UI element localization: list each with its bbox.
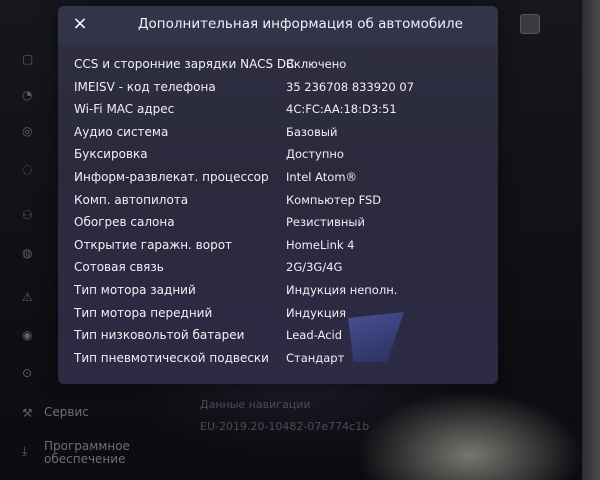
info-row-value: Lead-Acid (286, 328, 343, 343)
info-row-label: Тип мотора задний (74, 282, 196, 297)
info-row: Тип низковольтой батареи Lead-Acid (58, 326, 498, 349)
info-row-label: Обогрев салона (74, 215, 175, 230)
info-row-value: Индукция неполн. (286, 282, 398, 297)
sidebar-icon: ◎ (22, 124, 33, 138)
sidebar-item-software-line2[interactable]: обеспечение (44, 453, 125, 466)
modal-header: × Дополнительная информация об автомобил… (58, 6, 498, 44)
info-row-label: Аудио система (74, 124, 169, 139)
info-row-label: Тип мотора передний (74, 305, 213, 320)
info-row-label: Wi-Fi MAC адрес (74, 102, 175, 117)
info-row: Информ-развлекат. процессор Intel Atom® (58, 168, 498, 191)
info-row: Тип пневмотической подвески Стандарт (58, 349, 498, 372)
info-row-label: Тип низковольтой батареи (74, 328, 245, 343)
info-row: CCS и сторонние зарядки NACS DC Включено (58, 55, 498, 78)
info-row: Тип мотора передний Индукция (58, 304, 498, 327)
info-row-value: Индукция (286, 305, 347, 320)
wrench-icon: ⚒ (22, 406, 33, 420)
info-row: Wi-Fi MAC адрес 4C:FC:AA:18:D3:51 (58, 100, 498, 123)
info-row-value: 35 236708 833920 07 (286, 79, 415, 94)
info-row: Открытие гаражн. ворот HomeLink 4 (58, 236, 498, 259)
info-row-value: 4C:FC:AA:18:D3:51 (286, 102, 397, 117)
sidebar-icon: ⚠ (22, 290, 33, 304)
info-row-label: Сотовая связь (74, 260, 164, 275)
info-row-value: Компьютер FSD (286, 192, 382, 207)
sidebar-icon: ⚇ (22, 208, 33, 222)
download-icon: ⤓ (22, 444, 28, 458)
screen-bezel (582, 0, 600, 480)
background-checkbox[interactable] (520, 14, 540, 34)
close-icon[interactable]: × (68, 12, 92, 36)
info-row-label: IMEISV - код телефона (74, 79, 216, 94)
modal-title: Дополнительная информация об автомобиле (138, 16, 463, 32)
navigation-data-label: Данные навигации (200, 398, 311, 411)
info-row-value: HomeLink 4 (286, 237, 355, 252)
info-row: Буксировка Доступно (58, 145, 498, 168)
info-row-value: Стандарт (286, 350, 345, 365)
vehicle-info-modal: × Дополнительная информация об автомобил… (58, 6, 498, 384)
info-row-value: Intel Atom® (286, 169, 358, 184)
info-row: Комп. автопилота Компьютер FSD (58, 191, 498, 214)
navigation-data-version: EU-2019.20-10482-07e774c1b (200, 420, 370, 433)
info-table: CCS и сторонние зарядки NACS DC Включено… (58, 55, 498, 371)
sidebar-item-service[interactable]: Сервис (44, 406, 89, 419)
sidebar-icon: ▢ (22, 52, 34, 66)
info-row-label: Открытие гаражн. ворот (74, 237, 233, 252)
info-row-label: Комп. автопилота (74, 192, 189, 207)
info-row-label: Буксировка (74, 147, 148, 162)
info-row-label: CCS и сторонние зарядки NACS DC (74, 57, 295, 71)
info-row-value: Базовый (286, 124, 338, 139)
info-row-label: Информ-развлекат. процессор (74, 169, 269, 184)
info-row-value: Доступно (286, 147, 344, 162)
sidebar-icon: ⊙ (22, 366, 33, 380)
info-row: IMEISV - код телефона 35 236708 833920 0… (58, 78, 498, 101)
info-row-value: 2G/3G/4G (286, 260, 343, 275)
info-row: Сотовая связь 2G/3G/4G (58, 258, 498, 281)
sidebar-icon: ◍ (22, 246, 33, 260)
sidebar-icon: ◉ (22, 328, 33, 342)
info-row: Обогрев салона Резистивный (58, 213, 498, 236)
info-row: Аудио система Базовый (58, 123, 498, 146)
sidebar-icon: ◌ (22, 162, 33, 176)
info-row-value: Включено (286, 57, 347, 71)
sidebar-icon: ◔ (22, 88, 33, 102)
info-row-value: Резистивный (286, 215, 365, 230)
info-row-label: Тип пневмотической подвески (74, 350, 269, 365)
info-row: Тип мотора задний Индукция неполн. (58, 281, 498, 304)
